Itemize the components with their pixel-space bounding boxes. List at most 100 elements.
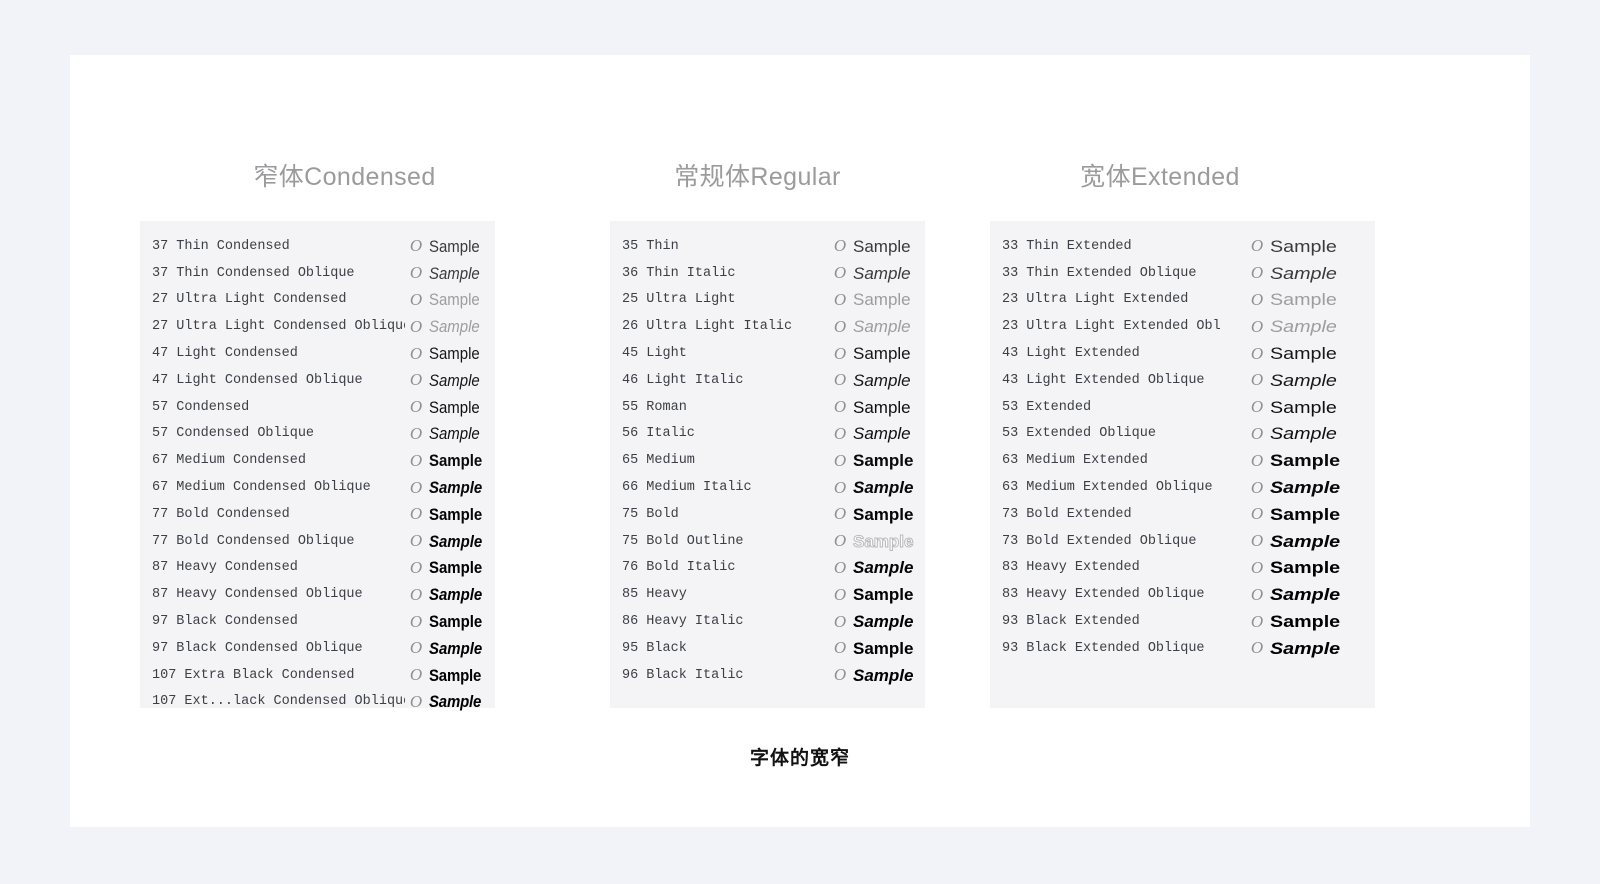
font-width-column: 常规体Regular 35 Thin O Sample 36 Thin Italic O S… <box>545 55 970 708</box>
font-sample-text: Sample <box>427 452 495 469</box>
font-sample-text: Sample <box>1268 613 1375 630</box>
font-sample-text: Sample <box>851 667 925 684</box>
sample-glyphs: Sample <box>1270 370 1337 390</box>
font-sample-text: Sample <box>1268 586 1375 603</box>
figure-caption: 字体的宽窄 <box>749 748 850 769</box>
font-list-item[interactable]: 55 Roman O Sample <box>610 394 925 421</box>
specimen-glyph-icon: O <box>1250 289 1264 309</box>
font-list-item[interactable]: 83 Heavy Extended Oblique O Sample <box>990 581 1375 608</box>
font-list-item[interactable]: 23 Ultra Light Extended O Sample <box>990 287 1375 314</box>
font-list-item[interactable]: 76 Bold Italic O Sample <box>610 555 925 582</box>
font-list-item[interactable]: 45 Light O Sample <box>610 340 925 367</box>
specimen-glyph-icon: O <box>409 343 423 363</box>
font-list-item[interactable]: 23 Ultra Light Extended Obl O Sample <box>990 313 1375 340</box>
font-list-item[interactable]: 107 Ext...lack Condensed Oblique O Sample <box>140 689 495 716</box>
font-list-item[interactable]: 77 Bold Condensed Oblique O Sample <box>140 528 495 555</box>
specimen-glyph-icon: O <box>833 477 847 497</box>
specimen-glyph-icon: O <box>833 397 847 417</box>
font-list-item[interactable]: 83 Heavy Extended O Sample <box>990 555 1375 582</box>
font-list-item[interactable]: 97 Black Condensed O Sample <box>140 608 495 635</box>
specimen-glyph-icon: O <box>833 423 847 443</box>
font-list-item[interactable]: 27 Ultra Light Condensed O Sample <box>140 287 495 314</box>
font-list-item[interactable]: 95 Black O Sample <box>610 635 925 662</box>
specimen-glyph-icon: O <box>409 477 423 497</box>
specimen-glyph-icon: O <box>1250 236 1264 256</box>
specimen-glyph-icon: O <box>409 236 423 256</box>
font-list-item[interactable]: 46 Light Italic O Sample <box>610 367 925 394</box>
font-name-label: 96 Black Italic <box>622 667 744 683</box>
font-list-item[interactable]: 86 Heavy Italic O Sample <box>610 608 925 635</box>
font-list-item[interactable]: 93 Black Extended Oblique O Sample <box>990 635 1375 662</box>
specimen-glyph-icon: O <box>833 557 847 577</box>
font-list-item[interactable]: 97 Black Condensed Oblique O Sample <box>140 635 495 662</box>
specimen-glyph-icon: O <box>1250 263 1264 283</box>
font-list-item[interactable]: 85 Heavy O Sample <box>610 581 925 608</box>
font-list-item[interactable]: 37 Thin Condensed O Sample <box>140 233 495 260</box>
sample-glyphs: Sample <box>429 236 480 256</box>
font-list-item[interactable]: 63 Medium Extended O Sample <box>990 447 1375 474</box>
font-list-item[interactable]: 57 Condensed Oblique O Sample <box>140 421 495 448</box>
font-name-label: 87 Heavy Condensed Oblique <box>152 587 363 603</box>
sample-glyphs: Sample <box>853 236 911 256</box>
font-list-item[interactable]: 65 Medium O Sample <box>610 447 925 474</box>
font-list-item[interactable]: 37 Thin Condensed Oblique O Sample <box>140 260 495 287</box>
font-list-item[interactable]: 47 Light Condensed O Sample <box>140 340 495 367</box>
font-list-item[interactable]: 75 Bold Outline O Sample <box>610 528 925 555</box>
font-list-item[interactable]: 53 Extended O Sample <box>990 394 1375 421</box>
font-list-item[interactable]: 67 Medium Condensed O Sample <box>140 447 495 474</box>
font-list-item[interactable]: 26 Ultra Light Italic O Sample <box>610 313 925 340</box>
font-list-item[interactable]: 27 Ultra Light Condensed Oblique O Sample <box>140 313 495 340</box>
font-name-label: 63 Medium Extended <box>1002 453 1148 469</box>
font-name-label: 37 Thin Condensed Oblique <box>152 265 355 281</box>
specimen-glyph-icon: O <box>1250 397 1264 417</box>
font-list-item[interactable]: 33 Thin Extended O Sample <box>990 233 1375 260</box>
font-name-label: 93 Black Extended Oblique <box>1002 640 1205 656</box>
font-list-item[interactable]: 35 Thin O Sample <box>610 233 925 260</box>
column-heading: 窄体Condensed <box>253 163 436 191</box>
sample-glyphs: Sample <box>1270 397 1337 417</box>
sample-glyphs: Sample <box>429 504 483 524</box>
column-heading: 常规体Regular <box>674 163 841 191</box>
font-list-item[interactable]: 87 Heavy Condensed Oblique O Sample <box>140 581 495 608</box>
font-list-item[interactable]: 36 Thin Italic O Sample <box>610 260 925 287</box>
font-list-item[interactable]: 96 Black Italic O Sample <box>610 662 925 689</box>
specimen-glyph-icon: O <box>833 236 847 256</box>
font-list-item[interactable]: 47 Light Condensed Oblique O Sample <box>140 367 495 394</box>
font-list-item[interactable]: 75 Bold O Sample <box>610 501 925 528</box>
font-name-label: 83 Heavy Extended Oblique <box>1002 587 1205 603</box>
sample-glyphs: Sample <box>853 397 911 417</box>
font-list-item[interactable]: 73 Bold Extended Oblique O Sample <box>990 528 1375 555</box>
sample-glyphs: Sample <box>429 370 480 390</box>
font-list-item[interactable]: 66 Medium Italic O Sample <box>610 474 925 501</box>
font-list-item[interactable]: 93 Black Extended O Sample <box>990 608 1375 635</box>
font-name-label: 43 Light Extended Oblique <box>1002 372 1205 388</box>
font-list-item[interactable]: 33 Thin Extended Oblique O Sample <box>990 260 1375 287</box>
font-list-item[interactable]: 43 Light Extended O Sample <box>990 340 1375 367</box>
font-list-item[interactable]: 73 Bold Extended O Sample <box>990 501 1375 528</box>
font-list-item[interactable]: 107 Extra Black Condensed O Sample <box>140 662 495 689</box>
font-name-label: 65 Medium <box>622 453 695 469</box>
font-name-label: 23 Ultra Light Extended Obl <box>1002 319 1221 335</box>
font-list-item[interactable]: 77 Bold Condensed O Sample <box>140 501 495 528</box>
font-sample-text: Sample <box>427 640 495 657</box>
specimen-glyph-icon: O <box>833 665 847 685</box>
font-list-item[interactable]: 63 Medium Extended Oblique O Sample <box>990 474 1375 501</box>
font-list-item[interactable]: 53 Extended Oblique O Sample <box>990 421 1375 448</box>
font-sample-text: Sample <box>851 452 925 469</box>
specimen-glyph-icon: O <box>409 423 423 443</box>
font-list-item[interactable]: 87 Heavy Condensed O Sample <box>140 555 495 582</box>
specimen-glyph-icon: O <box>1250 477 1264 497</box>
font-sample-text: Sample <box>851 559 925 576</box>
font-name-label: 73 Bold Extended Oblique <box>1002 533 1197 549</box>
sample-glyphs: Sample <box>429 344 480 364</box>
font-name-label: 93 Black Extended <box>1002 614 1140 630</box>
font-list-item[interactable]: 56 Italic O Sample <box>610 421 925 448</box>
font-list-panel: 37 Thin Condensed O Sample 37 Thin Condense… <box>140 221 495 711</box>
font-list-item[interactable]: 67 Medium Condensed Oblique O Sample <box>140 474 495 501</box>
font-sample-text: Sample <box>1268 533 1375 550</box>
font-list-item[interactable]: 57 Condensed O Sample <box>140 394 495 421</box>
font-sample-text: Sample <box>851 640 925 657</box>
font-sample-text: Sample <box>427 425 495 442</box>
font-list-item[interactable]: 43 Light Extended Oblique O Sample <box>990 367 1375 394</box>
font-list-item[interactable]: 25 Ultra Light O Sample <box>610 287 925 314</box>
